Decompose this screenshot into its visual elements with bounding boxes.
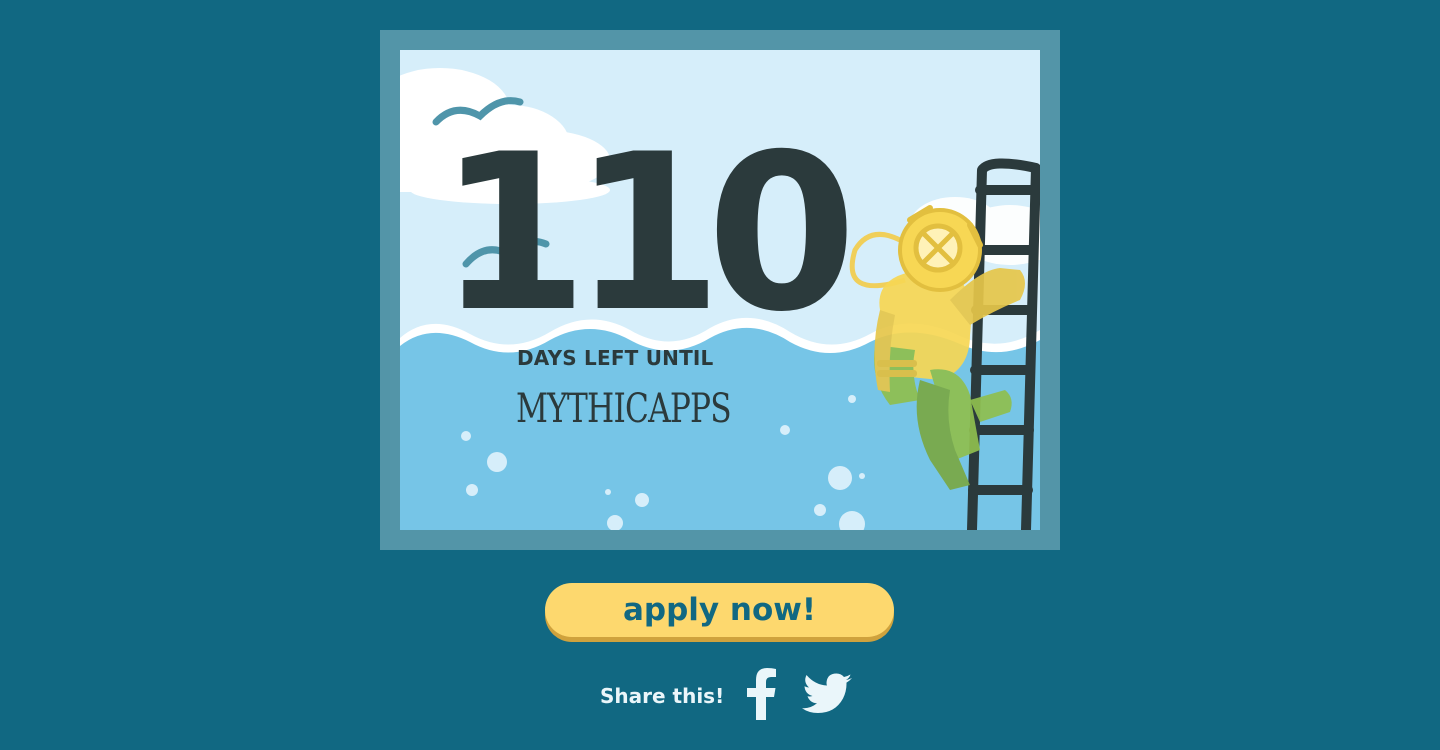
- apply-now-button[interactable]: apply now!: [545, 583, 894, 637]
- days-count: 110: [438, 108, 857, 359]
- ladder: [967, 163, 1040, 530]
- share-label: Share this!: [600, 684, 725, 708]
- page: 110 DAYS LEFT UNTIL MYTHICAPPS apply now…: [0, 0, 1440, 750]
- days-left-label: DAYS LEFT UNTIL: [517, 346, 714, 370]
- event-name: MYTHICAPPS: [516, 386, 732, 432]
- countdown-illustration: 110 DAYS LEFT UNTIL MYTHICAPPS: [400, 50, 1040, 530]
- facebook-icon[interactable]: [746, 668, 777, 724]
- share-bar: Share this!: [600, 668, 853, 724]
- diver-illustration: [849, 158, 1040, 530]
- countdown-frame: 110 DAYS LEFT UNTIL MYTHICAPPS: [380, 30, 1060, 550]
- twitter-icon[interactable]: [802, 673, 853, 719]
